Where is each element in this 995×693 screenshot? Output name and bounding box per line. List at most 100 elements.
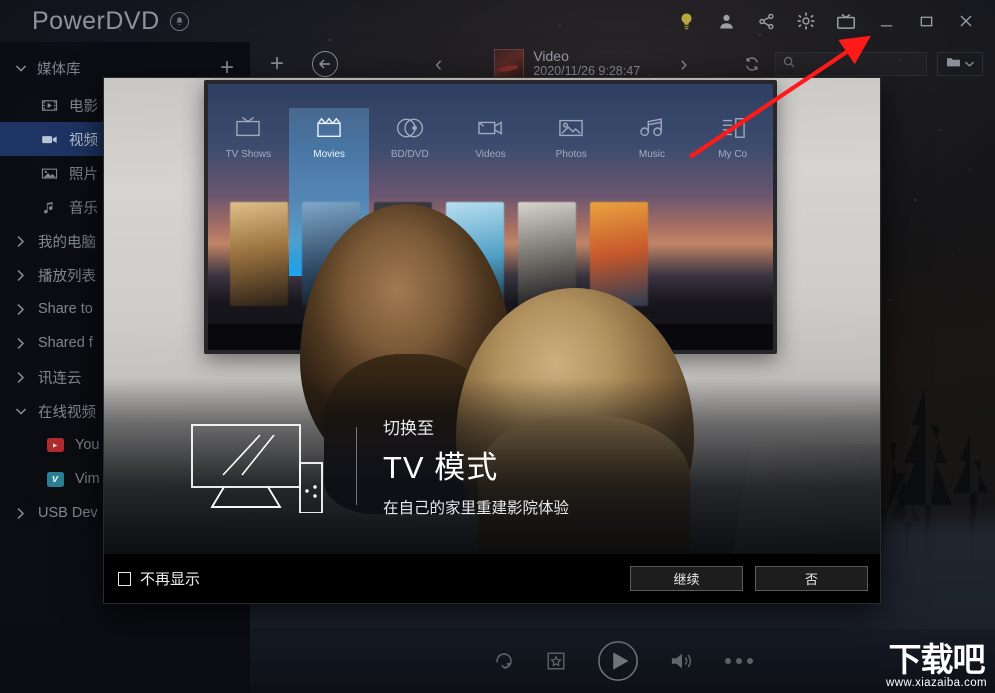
tv-mode-menu: TV Shows Movies BD/DVD Videos Photos Music My …: [208, 108, 773, 276]
prev-media-button[interactable]: ‹: [423, 51, 454, 77]
share-icon[interactable]: [751, 6, 781, 36]
tv-with-remote-icon: [176, 419, 352, 513]
caption-divider: [356, 427, 357, 505]
no-button[interactable]: 否: [755, 566, 868, 591]
ellipsis-dot: [724, 658, 731, 664]
tv-menu-item-label: TV Shows: [225, 149, 272, 160]
dont-show-again-checkbox[interactable]: 不再显示: [118, 568, 200, 589]
tv-menu-item-music[interactable]: Music: [612, 108, 693, 160]
caption-subtitle: 在自己的家里重建影院体验: [383, 500, 570, 517]
search-box[interactable]: [775, 52, 927, 76]
folder-icon: [946, 55, 961, 73]
ellipsis-dot: [746, 658, 753, 664]
app-brand: PowerDVD: [32, 7, 189, 36]
continue-button[interactable]: 继续: [630, 566, 743, 591]
tv-menu-item-bd-dvd[interactable]: BD/DVD: [369, 108, 450, 160]
sidebar-item-label: 音乐: [69, 200, 98, 217]
chevron-right-icon[interactable]: [14, 235, 27, 248]
vimeo-icon: v: [46, 471, 64, 487]
app-title: PowerDVD: [32, 6, 160, 35]
close-icon[interactable]: [951, 6, 981, 36]
tv-menu-item-label: BD/DVD: [390, 149, 429, 160]
dont-show-again-label: 不再显示: [140, 571, 201, 588]
sidebar-item-label: Shared f: [38, 335, 93, 351]
tv-menu-item-tv-shows[interactable]: TV Shows: [208, 108, 289, 160]
title-bar: PowerDVD: [0, 0, 995, 42]
sidebar-item-label: USB Dev: [38, 505, 98, 521]
current-media-chip[interactable]: Video 2020/11/26 9:28:47: [494, 48, 640, 80]
more-options-button[interactable]: [724, 658, 753, 664]
sidebar-item-label: 讯连云: [38, 370, 82, 387]
chevron-right-icon[interactable]: [14, 269, 27, 282]
tv-menu-item-videos[interactable]: Videos: [450, 108, 531, 160]
chevron-right-icon[interactable]: [14, 303, 27, 316]
gear-icon[interactable]: [791, 6, 821, 36]
media-title: Video: [533, 48, 569, 65]
tv-mode-icon[interactable]: [831, 6, 861, 36]
play-button[interactable]: [597, 640, 639, 682]
poster: [230, 202, 288, 306]
tv-menu-item-label: Videos: [475, 149, 506, 160]
film-icon: [40, 98, 58, 113]
clapperboard-icon: [314, 116, 344, 143]
bell-icon[interactable]: [169, 11, 189, 31]
sidebar-item-label: 视频: [69, 132, 98, 149]
photo-icon: [40, 166, 58, 181]
tv-icon: [233, 116, 263, 143]
dialog-footer: 不再显示 继续 否: [104, 554, 880, 603]
tv-menu-item-label: My Co: [718, 149, 748, 160]
back-arrow-icon[interactable]: [312, 51, 338, 77]
lightbulb-icon[interactable]: [671, 6, 701, 36]
volume-button[interactable]: [669, 650, 695, 672]
sidebar-item-label: 我的电脑: [38, 234, 96, 251]
caption-title: TV 模式: [383, 450, 499, 485]
sidebar-item-label: 照片: [69, 166, 98, 183]
folder-view-dropdown[interactable]: [937, 52, 983, 76]
video-thumbnail: [494, 49, 525, 79]
sidebar-item-label: 在线视频: [38, 404, 96, 421]
sidebar-item-label: Share to: [38, 301, 93, 317]
minimize-icon[interactable]: [871, 6, 901, 36]
dialog-caption-overlay: 切换至 TV 模式 在自己的家里重建影院体验: [104, 378, 880, 554]
navbar-right-tools: [739, 51, 995, 77]
favorite-button[interactable]: [545, 650, 567, 672]
chevron-right-icon[interactable]: [14, 507, 27, 520]
tv-menu-item-label: Movies: [313, 149, 345, 160]
sidebar-item-label: You: [75, 437, 100, 453]
camcorder-icon: [476, 116, 506, 143]
site-watermark: 下载吧 www.xiazaiba.com: [886, 643, 987, 690]
tv-menu-item-label: Music: [638, 149, 666, 160]
caption-text-block: 切换至 TV 模式 在自己的家里重建影院体验: [383, 414, 569, 518]
chevron-right-icon[interactable]: [14, 337, 27, 350]
picture-icon: [556, 116, 586, 143]
search-input[interactable]: [801, 57, 919, 71]
add-media-button[interactable]: +: [250, 50, 304, 78]
rotate-button[interactable]: [493, 650, 515, 672]
sidebar-item-label: 播放列表: [38, 268, 96, 285]
window-controls: [671, 6, 995, 36]
watermark-url: www.xiazaiba.com: [886, 676, 987, 689]
music-icon: [637, 116, 667, 143]
user-icon[interactable]: [711, 6, 741, 36]
youtube-icon: [46, 438, 64, 452]
caption-eyebrow: 切换至: [383, 419, 434, 438]
chevron-down-icon[interactable]: [14, 64, 27, 73]
sidebar-item-label: 电影: [69, 98, 98, 115]
list-icon: [719, 116, 747, 143]
chevron-right-icon[interactable]: [14, 371, 27, 384]
dialog-button-group: 继续 否: [630, 566, 868, 591]
tv-mode-dialog: TV Shows Movies BD/DVD Videos Photos Music My …: [103, 77, 881, 604]
checkbox-box[interactable]: [118, 571, 131, 586]
tv-menu-item-label: Photos: [555, 149, 587, 160]
tv-menu-item-my-co[interactable]: My Co: [692, 108, 773, 160]
refresh-icon[interactable]: [739, 51, 765, 77]
next-media-button[interactable]: ›: [668, 51, 699, 77]
chevron-down-icon[interactable]: [14, 407, 27, 416]
maximize-icon[interactable]: [911, 6, 941, 36]
chevron-down-icon: [964, 55, 975, 73]
watermark-text: 下载吧: [888, 639, 986, 679]
sidebar-header-label: 媒体库: [37, 61, 81, 78]
player-controls: [250, 629, 995, 693]
tv-menu-item-photos[interactable]: Photos: [531, 108, 612, 160]
video-camera-icon: [40, 132, 58, 147]
